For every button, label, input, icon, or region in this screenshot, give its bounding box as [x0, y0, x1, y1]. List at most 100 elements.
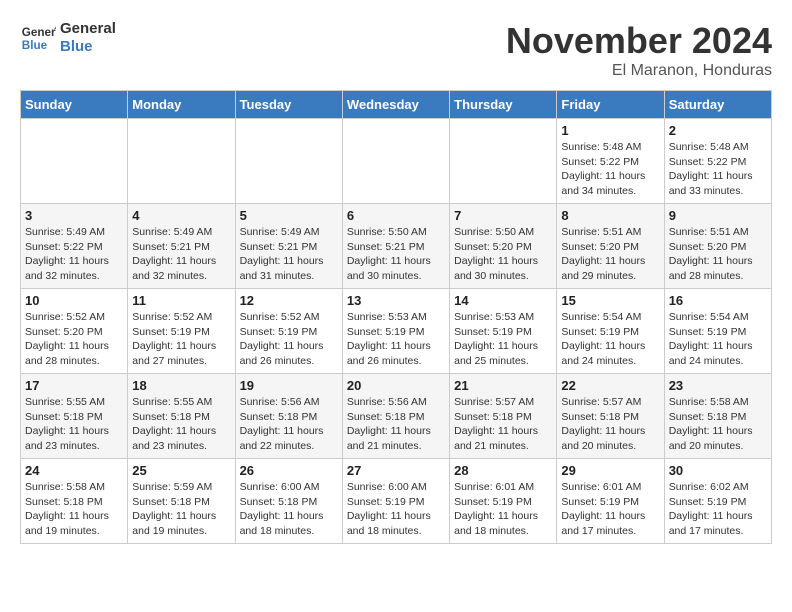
svg-text:Blue: Blue — [22, 39, 48, 52]
calendar-cell: 25 Sunrise: 5:59 AMSunset: 5:18 PMDayligh… — [128, 459, 235, 544]
day-number: 13 — [347, 293, 445, 308]
day-number: 21 — [454, 378, 552, 393]
calendar-cell: 17Sunrise: 5:55 AMSunset: 5:18 PMDayligh… — [21, 374, 128, 459]
day-info: Sunrise: 5:53 AMSunset: 5:19 PMDaylight:… — [454, 310, 552, 369]
day-info: Sunrise: 5:59 AMSunset: 5:18 PMDaylight:… — [132, 480, 230, 539]
calendar-cell: 12 Sunrise: 5:52 AMSunset: 5:19 PMDayligh… — [235, 289, 342, 374]
day-number: 5 — [240, 208, 338, 223]
day-info: Sunrise: 5:51 AMSunset: 5:20 PMDaylight:… — [561, 225, 659, 284]
logo: General Blue General Blue — [20, 20, 116, 56]
calendar-cell: 2 Sunrise: 5:48 AMSunset: 5:22 PMDaylight… — [664, 119, 771, 204]
calendar-cell — [342, 119, 449, 204]
day-info: Sunrise: 5:50 AMSunset: 5:21 PMDaylight:… — [347, 225, 445, 284]
day-info: Sunrise: 6:00 AMSunset: 5:19 PMDaylight:… — [347, 480, 445, 539]
day-number: 3 — [25, 208, 123, 223]
day-number: 6 — [347, 208, 445, 223]
day-number: 7 — [454, 208, 552, 223]
day-info: Sunrise: 5:58 AMSunset: 5:18 PMDaylight:… — [669, 395, 767, 454]
day-info: Sunrise: 5:53 AMSunset: 5:19 PMDaylight:… — [347, 310, 445, 369]
day-number: 18 — [132, 378, 230, 393]
title-block: November 2024 El Maranon, Honduras — [506, 20, 772, 80]
day-info: Sunrise: 5:52 AMSunset: 5:19 PMDaylight:… — [240, 310, 338, 369]
weekday-header: Sunday — [21, 91, 128, 119]
calendar-cell: 8Sunrise: 5:51 AMSunset: 5:20 PMDaylight… — [557, 204, 664, 289]
location: El Maranon, Honduras — [506, 62, 772, 80]
calendar-cell — [235, 119, 342, 204]
day-info: Sunrise: 5:56 AMSunset: 5:18 PMDaylight:… — [240, 395, 338, 454]
day-number: 20 — [347, 378, 445, 393]
day-info: Sunrise: 5:49 AMSunset: 5:21 PMDaylight:… — [240, 225, 338, 284]
calendar-cell — [450, 119, 557, 204]
day-info: Sunrise: 5:54 AMSunset: 5:19 PMDaylight:… — [561, 310, 659, 369]
day-info: Sunrise: 6:02 AMSunset: 5:19 PMDaylight:… — [669, 480, 767, 539]
day-number: 16 — [669, 293, 767, 308]
calendar-cell: 30Sunrise: 6:02 AMSunset: 5:19 PMDayligh… — [664, 459, 771, 544]
day-info: Sunrise: 5:57 AMSunset: 5:18 PMDaylight:… — [454, 395, 552, 454]
calendar-cell: 23 Sunrise: 5:58 AMSunset: 5:18 PMDayligh… — [664, 374, 771, 459]
calendar-cell: 5 Sunrise: 5:49 AMSunset: 5:21 PMDaylight… — [235, 204, 342, 289]
calendar-week-row: 1 Sunrise: 5:48 AMSunset: 5:22 PMDaylight… — [21, 119, 772, 204]
day-number: 28 — [454, 463, 552, 478]
calendar-cell: 15Sunrise: 5:54 AMSunset: 5:19 PMDayligh… — [557, 289, 664, 374]
calendar-cell — [128, 119, 235, 204]
day-number: 1 — [561, 123, 659, 138]
calendar-week-row: 10 Sunrise: 5:52 AMSunset: 5:20 PMDayligh… — [21, 289, 772, 374]
calendar-week-row: 24Sunrise: 5:58 AMSunset: 5:18 PMDayligh… — [21, 459, 772, 544]
day-info: Sunrise: 6:01 AMSunset: 5:19 PMDaylight:… — [561, 480, 659, 539]
calendar-table: SundayMondayTuesdayWednesdayThursdayFrid… — [20, 90, 772, 544]
svg-text:General: General — [22, 26, 56, 39]
calendar-cell: 27Sunrise: 6:00 AMSunset: 5:19 PMDayligh… — [342, 459, 449, 544]
weekday-header-row: SundayMondayTuesdayWednesdayThursdayFrid… — [21, 91, 772, 119]
day-number: 25 — [132, 463, 230, 478]
day-info: Sunrise: 5:55 AMSunset: 5:18 PMDaylight:… — [132, 395, 230, 454]
logo-blue: Blue — [60, 38, 116, 56]
calendar-cell: 16 Sunrise: 5:54 AMSunset: 5:19 PMDayligh… — [664, 289, 771, 374]
calendar-cell: 18 Sunrise: 5:55 AMSunset: 5:18 PMDayligh… — [128, 374, 235, 459]
weekday-header: Tuesday — [235, 91, 342, 119]
weekday-header: Saturday — [664, 91, 771, 119]
calendar-cell: 13 Sunrise: 5:53 AMSunset: 5:19 PMDayligh… — [342, 289, 449, 374]
logo-general: General — [60, 20, 116, 38]
day-number: 12 — [240, 293, 338, 308]
calendar-week-row: 17 Sunrise: 5:55 AMSunset: 5:18 PMDayligh… — [21, 374, 772, 459]
calendar-cell — [21, 119, 128, 204]
day-info: Sunrise: 5:56 AMSunset: 5:18 PMDaylight:… — [347, 395, 445, 454]
day-info: Sunrise: 5:48 AMSunset: 5:22 PMDaylight:… — [561, 140, 659, 199]
calendar-cell: 19 Sunrise: 5:56 AMSunset: 5:18 PMDayligh… — [235, 374, 342, 459]
calendar-cell: 20 Sunrise: 5:56 AMSunset: 5:18 PMDayligh… — [342, 374, 449, 459]
day-info: Sunrise: 5:49 AMSunset: 5:21 PMDaylight:… — [132, 225, 230, 284]
day-info: Sunrise: 6:01 AMSunset: 5:19 PMDaylight:… — [454, 480, 552, 539]
day-number: 10 — [25, 293, 123, 308]
calendar-cell: 14Sunrise: 5:53 AMSunset: 5:19 PMDayligh… — [450, 289, 557, 374]
calendar-cell: 9Sunrise: 5:51 AMSunset: 5:20 PMDaylight… — [664, 204, 771, 289]
day-info: Sunrise: 5:58 AMSunset: 5:18 PMDaylight:… — [25, 480, 123, 539]
day-info: Sunrise: 5:49 AMSunset: 5:22 PMDaylight:… — [25, 225, 123, 284]
day-number: 11 — [132, 293, 230, 308]
day-number: 2 — [669, 123, 767, 138]
month-title: November 2024 — [506, 20, 772, 62]
day-info: Sunrise: 5:57 AMSunset: 5:18 PMDaylight:… — [561, 395, 659, 454]
day-info: Sunrise: 5:54 AMSunset: 5:19 PMDaylight:… — [669, 310, 767, 369]
calendar-cell: 3 Sunrise: 5:49 AMSunset: 5:22 PMDaylight… — [21, 204, 128, 289]
day-number: 4 — [132, 208, 230, 223]
day-number: 19 — [240, 378, 338, 393]
page-header: General Blue General Blue November 2024 … — [20, 20, 772, 80]
weekday-header: Thursday — [450, 91, 557, 119]
calendar-cell: 21 Sunrise: 5:57 AMSunset: 5:18 PMDayligh… — [450, 374, 557, 459]
day-number: 17 — [25, 378, 123, 393]
day-info: Sunrise: 6:00 AMSunset: 5:18 PMDaylight:… — [240, 480, 338, 539]
calendar-cell: 7 Sunrise: 5:50 AMSunset: 5:20 PMDaylight… — [450, 204, 557, 289]
weekday-header: Monday — [128, 91, 235, 119]
weekday-header: Friday — [557, 91, 664, 119]
calendar-cell: 28 Sunrise: 6:01 AMSunset: 5:19 PMDayligh… — [450, 459, 557, 544]
day-number: 22 — [561, 378, 659, 393]
day-number: 23 — [669, 378, 767, 393]
day-info: Sunrise: 5:50 AMSunset: 5:20 PMDaylight:… — [454, 225, 552, 284]
calendar-cell: 29Sunrise: 6:01 AMSunset: 5:19 PMDayligh… — [557, 459, 664, 544]
calendar-cell: 22 Sunrise: 5:57 AMSunset: 5:18 PMDayligh… — [557, 374, 664, 459]
day-info: Sunrise: 5:52 AMSunset: 5:20 PMDaylight:… — [25, 310, 123, 369]
day-info: Sunrise: 5:48 AMSunset: 5:22 PMDaylight:… — [669, 140, 767, 199]
calendar-cell: 6 Sunrise: 5:50 AMSunset: 5:21 PMDaylight… — [342, 204, 449, 289]
calendar-cell: 4 Sunrise: 5:49 AMSunset: 5:21 PMDaylight… — [128, 204, 235, 289]
calendar-cell: 10 Sunrise: 5:52 AMSunset: 5:20 PMDayligh… — [21, 289, 128, 374]
